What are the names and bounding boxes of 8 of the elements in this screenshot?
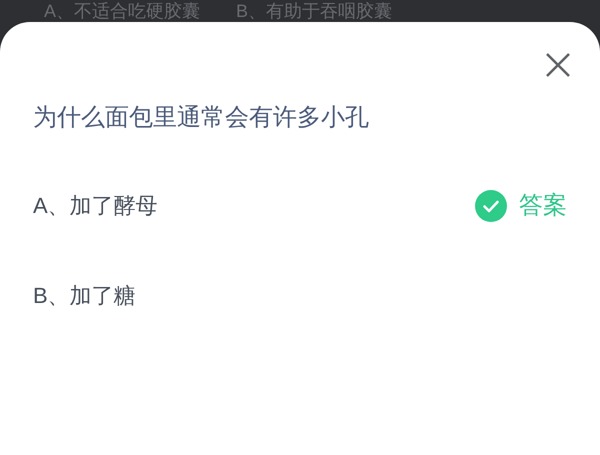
question-title: 为什么面包里通常会有许多小孔 — [33, 103, 370, 133]
answer-label: 答案 — [519, 191, 567, 221]
background-option: A、不适合吃硬胶囊 — [44, 0, 200, 22]
background-option: B、有助于吞咽胶囊 — [236, 0, 392, 22]
answer-option[interactable]: B、加了糖 — [33, 280, 136, 312]
close-icon[interactable] — [545, 52, 571, 78]
check-icon — [475, 190, 507, 222]
answer-option[interactable]: A、加了酵母 — [33, 190, 158, 222]
